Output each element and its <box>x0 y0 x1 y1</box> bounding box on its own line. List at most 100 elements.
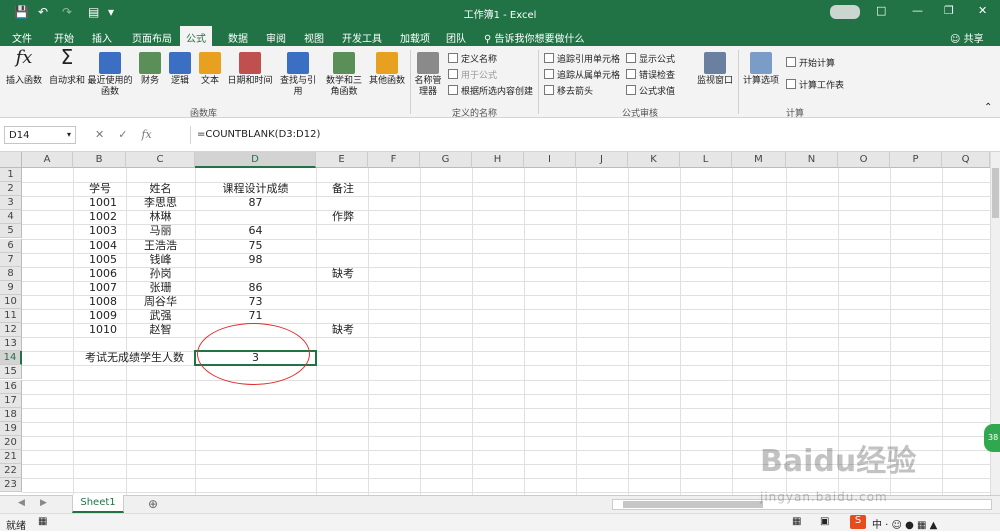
column-header-a[interactable]: A <box>22 152 73 168</box>
user-account[interactable] <box>830 5 860 19</box>
cell-score[interactable]: 71 <box>195 309 316 323</box>
row-header-16[interactable]: 16 <box>0 379 22 394</box>
insert-function-button[interactable]: fx 插入函数 <box>4 49 44 87</box>
tab-insert[interactable]: 插入 <box>92 30 112 45</box>
row-header-23[interactable]: 23 <box>0 478 22 493</box>
column-header-b[interactable]: B <box>73 152 126 168</box>
row-header-11[interactable]: 11 <box>0 309 22 324</box>
row-header-1[interactable]: 1 <box>0 168 22 183</box>
row-header-18[interactable]: 18 <box>0 407 22 422</box>
header-name[interactable]: 姓名 <box>126 182 195 196</box>
lookup-button[interactable]: 查找与引用 <box>276 52 320 98</box>
ime-toolbar-icons[interactable]: 中 · ☺ ● ▦ ▲ <box>872 516 937 531</box>
tell-me-search[interactable]: ⚲ 告诉我你想要做什么 <box>484 30 585 45</box>
column-header-g[interactable]: G <box>420 152 472 168</box>
remove-arrows-button[interactable]: 移去箭头 <box>544 84 593 97</box>
scrollbar-thumb[interactable] <box>992 168 999 218</box>
row-header-6[interactable]: 6 <box>0 238 22 253</box>
cell-name[interactable]: 马丽 <box>126 224 195 238</box>
tab-review[interactable]: 审阅 <box>266 30 286 45</box>
column-header-m[interactable]: M <box>732 152 786 168</box>
define-name-button[interactable]: 定义名称 <box>448 52 497 65</box>
formula-input[interactable]: =COUNTBLANK(D3:D12) <box>190 126 990 144</box>
column-header-e[interactable]: E <box>316 152 368 168</box>
column-header-h[interactable]: H <box>472 152 524 168</box>
calculate-sheet-button[interactable]: 计算工作表 <box>786 78 844 91</box>
calculate-now-button[interactable]: 开始计算 <box>786 56 835 69</box>
cell-score[interactable]: 87 <box>195 196 316 210</box>
tab-formulas[interactable]: 公式 <box>180 26 212 46</box>
close-icon[interactable]: ✕ <box>978 4 987 17</box>
cell-id[interactable]: 1010 <box>89 323 117 337</box>
watch-window-button[interactable]: 监视窗口 <box>694 52 736 87</box>
sheet-tab-sheet1[interactable]: Sheet1 <box>72 495 124 513</box>
tab-team[interactable]: 团队 <box>446 30 466 45</box>
use-in-formula-button[interactable]: 用于公式 <box>448 68 497 81</box>
name-manager-button[interactable]: 名称管理器 <box>412 52 444 98</box>
more-functions-button[interactable]: 其他函数 <box>368 52 406 87</box>
column-header-p[interactable]: P <box>890 152 942 168</box>
row-header-10[interactable]: 10 <box>0 294 22 309</box>
column-header-o[interactable]: O <box>838 152 890 168</box>
ime-logo-icon[interactable]: S <box>850 515 866 529</box>
enter-icon[interactable]: ✓ <box>118 128 127 141</box>
row-header-3[interactable]: 3 <box>0 196 22 211</box>
restore-icon[interactable]: ❐ <box>944 4 954 17</box>
row-header-22[interactable]: 22 <box>0 464 22 479</box>
tab-addins[interactable]: 加载项 <box>400 30 430 45</box>
calc-options-button[interactable]: 计算选项 <box>740 52 782 87</box>
trace-dependents-button[interactable]: 追踪从属单元格 <box>544 68 620 81</box>
error-checking-button[interactable]: 错误检查 <box>626 68 675 81</box>
cell-score[interactable]: 73 <box>195 295 316 309</box>
column-header-f[interactable]: F <box>368 152 420 168</box>
row-header-17[interactable]: 17 <box>0 393 22 408</box>
minimize-icon[interactable]: — <box>912 4 923 17</box>
tab-page-layout[interactable]: 页面布局 <box>132 30 172 45</box>
cell-name[interactable]: 钱峰 <box>126 253 195 267</box>
cell-id[interactable]: 1005 <box>89 253 117 267</box>
tab-home[interactable]: 开始 <box>54 30 74 45</box>
normal-view-icon[interactable]: ▦ <box>792 516 801 527</box>
cell-name[interactable]: 赵智 <box>126 323 195 337</box>
trace-precedents-button[interactable]: 追踪引用单元格 <box>544 52 620 65</box>
collapse-ribbon-icon[interactable]: ⌃ <box>984 102 992 113</box>
autosum-button[interactable]: Σ 自动求和 <box>48 47 86 87</box>
date-time-button[interactable]: 日期和时间 <box>226 52 274 87</box>
cell-id[interactable]: 1007 <box>89 281 117 295</box>
column-header-l[interactable]: L <box>680 152 732 168</box>
row-header-9[interactable]: 9 <box>0 280 22 295</box>
cell-id[interactable]: 1001 <box>89 196 117 210</box>
cell-id[interactable]: 1006 <box>89 267 117 281</box>
math-trig-button[interactable]: 数学和三角函数 <box>322 52 366 98</box>
cell-note[interactable]: 作弊 <box>332 210 354 224</box>
cell-name[interactable]: 王浩浩 <box>126 239 195 253</box>
row-header-15[interactable]: 15 <box>0 365 22 380</box>
column-header-i[interactable]: I <box>524 152 576 168</box>
recent-functions-button[interactable]: 最近使用的函数 <box>86 52 134 98</box>
row-header-2[interactable]: 2 <box>0 182 22 197</box>
next-sheet-icon[interactable]: ▶ <box>40 498 47 508</box>
cell-id[interactable]: 1002 <box>89 210 117 224</box>
row-header-20[interactable]: 20 <box>0 435 22 450</box>
row-header-13[interactable]: 13 <box>0 337 22 352</box>
cell-score[interactable]: 98 <box>195 253 316 267</box>
row-header-19[interactable]: 19 <box>0 421 22 436</box>
tab-view[interactable]: 视图 <box>304 30 324 45</box>
cell-name[interactable]: 周谷华 <box>126 295 195 309</box>
cell-name[interactable]: 张珊 <box>126 281 195 295</box>
text-button[interactable]: 文本 <box>196 52 224 87</box>
cell-id[interactable]: 1009 <box>89 309 117 323</box>
prev-sheet-icon[interactable]: ◀ <box>18 498 25 508</box>
column-header-d[interactable]: D <box>195 152 316 168</box>
page-layout-view-icon[interactable]: ▣ <box>820 516 829 527</box>
column-header-j[interactable]: J <box>576 152 628 168</box>
horizontal-scrollbar-thumb[interactable] <box>623 501 763 508</box>
cell-score[interactable]: 64 <box>195 224 316 238</box>
column-header-n[interactable]: N <box>786 152 838 168</box>
header-score[interactable]: 课程设计成绩 <box>195 182 316 196</box>
cell-score[interactable]: 86 <box>195 281 316 295</box>
name-box-dropdown-icon[interactable]: ▾ <box>67 130 71 139</box>
cell-name[interactable]: 孙岗 <box>126 267 195 281</box>
show-formulas-button[interactable]: 显示公式 <box>626 52 675 65</box>
cell-name[interactable]: 武强 <box>126 309 195 323</box>
